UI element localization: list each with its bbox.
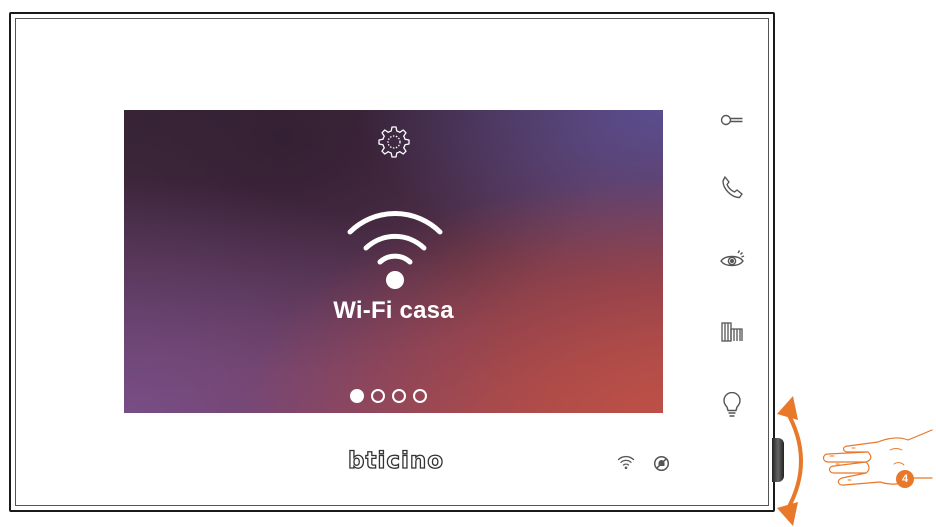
door-lock-button[interactable] <box>718 106 746 134</box>
wifi-status-icon <box>617 455 635 470</box>
gear-icon[interactable] <box>377 125 411 159</box>
gate-icon <box>721 322 743 342</box>
wifi-icon <box>347 211 443 289</box>
page-dot <box>413 389 427 403</box>
network-name: Wi-Fi casa <box>333 297 454 324</box>
page-dot <box>371 389 385 403</box>
light-bulb-icon <box>723 392 741 417</box>
page-dot <box>392 389 406 403</box>
phone-handset-icon <box>722 176 743 199</box>
camera-view-button[interactable] <box>718 246 746 274</box>
page-dot-active <box>350 389 364 403</box>
light-button[interactable] <box>718 391 746 419</box>
do-not-disturb-icon <box>653 455 670 472</box>
stage: Wi-Fi casa bticino 4 <box>0 0 936 527</box>
brand-logo: bticino <box>347 447 445 474</box>
gate-button[interactable] <box>718 318 746 346</box>
display-screen[interactable]: Wi-Fi casa <box>124 110 663 413</box>
pointing-hand-icon <box>822 429 933 486</box>
eye-camera-icon <box>720 250 745 267</box>
key-icon <box>720 114 743 126</box>
step-number-badge: 4 <box>896 470 914 488</box>
page-indicator <box>350 389 427 403</box>
call-button[interactable] <box>718 173 746 201</box>
